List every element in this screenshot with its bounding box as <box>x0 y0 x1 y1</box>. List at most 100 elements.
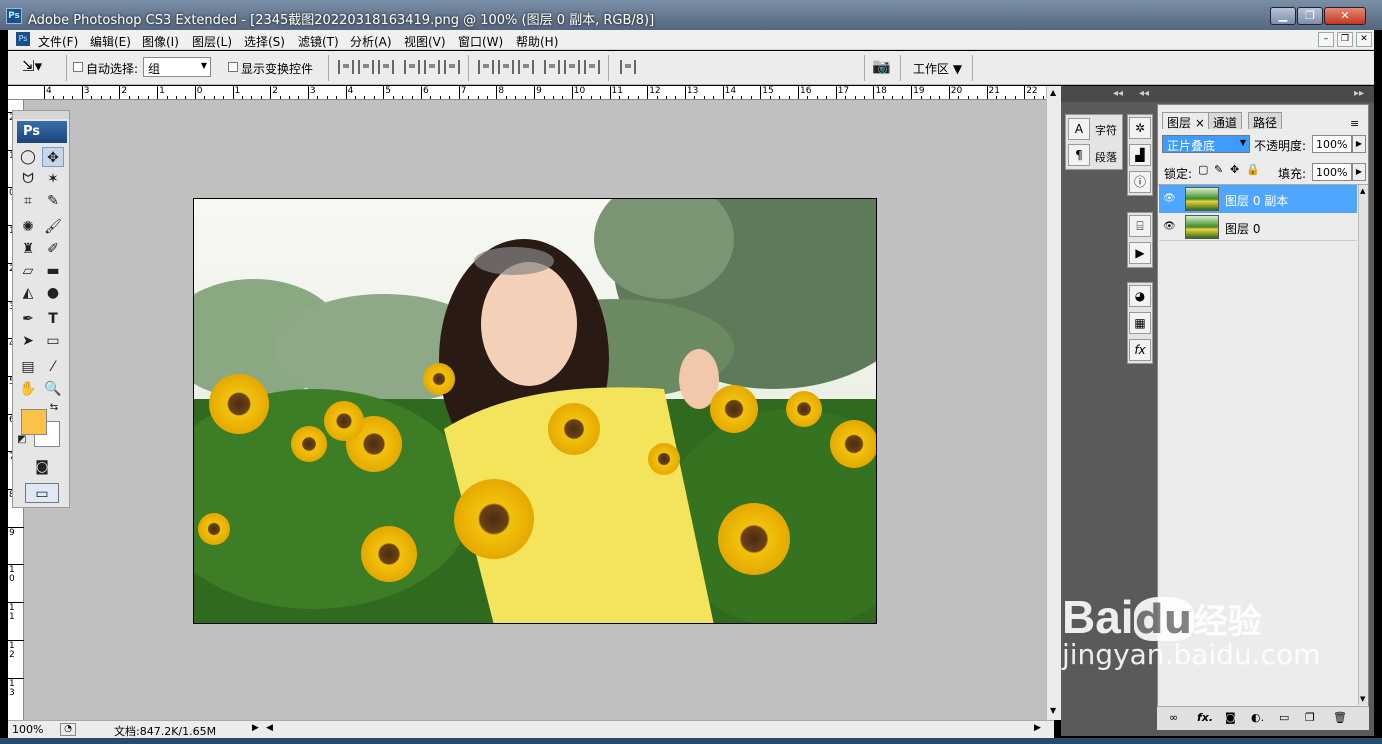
brush-tool-icon[interactable]: 🖌 <box>42 217 64 237</box>
align-hcenter-icon[interactable] <box>424 60 440 74</box>
shape-tool-icon[interactable]: ▭ <box>42 331 64 351</box>
new-layer-icon[interactable]: ❐ <box>1305 711 1315 724</box>
move-tool-icon[interactable]: ✥ <box>42 147 64 167</box>
menu-file[interactable]: 文件(F) <box>38 33 78 50</box>
close-button[interactable]: ✕ <box>1324 7 1366 25</box>
layers-scrollbar[interactable]: ▲ ▼ <box>1358 185 1368 705</box>
menu-analysis[interactable]: 分析(A) <box>350 33 392 50</box>
vertical-scrollbar[interactable]: ▲ ▼ <box>1046 86 1061 720</box>
align-top-icon[interactable] <box>338 60 354 74</box>
auto-align-layers-icon[interactable] <box>620 60 636 74</box>
navigator-icon[interactable]: ✲ <box>1129 117 1151 139</box>
distribute-hcenter-icon[interactable] <box>564 60 580 74</box>
lasso-tool-icon[interactable]: ᗢ <box>17 169 39 189</box>
link-layers-icon[interactable]: ∞ <box>1169 711 1178 724</box>
fill-input[interactable]: 100% <box>1312 163 1352 181</box>
lock-all-icon[interactable]: 🔒 <box>1246 163 1260 176</box>
menu-image[interactable]: 图像(I) <box>142 33 179 50</box>
lock-position-icon[interactable]: ✥ <box>1230 163 1239 176</box>
align-bottom-icon[interactable] <box>378 60 394 74</box>
magic-wand-icon[interactable]: ✶ <box>42 169 64 189</box>
layer-style-fx-icon[interactable]: fx. <box>1197 711 1213 724</box>
visibility-eye-icon[interactable]: 👁 <box>1163 193 1176 204</box>
status-arrow-icon[interactable]: ▶ <box>252 723 259 733</box>
menu-view[interactable]: 视图(V) <box>404 33 446 50</box>
align-vcenter-icon[interactable] <box>358 60 374 74</box>
workspace-button[interactable]: 工作区 ▼ <box>913 60 962 77</box>
auto-select-checkbox[interactable] <box>73 62 83 72</box>
move-tool-preset-icon[interactable]: ⇲▾ <box>22 57 42 75</box>
marquee-tool-icon[interactable]: ◯ <box>17 147 39 167</box>
doc-minimize-button[interactable]: – <box>1318 32 1334 47</box>
character-icon[interactable]: A <box>1068 118 1090 140</box>
visibility-eye-icon[interactable]: 👁 <box>1163 221 1176 232</box>
menu-edit[interactable]: 编辑(E) <box>90 33 131 50</box>
scroll-up-icon[interactable]: ▲ <box>1050 88 1056 97</box>
doc-restore-button[interactable]: ❐ <box>1337 32 1353 47</box>
crop-tool-icon[interactable]: ⌗ <box>17 191 39 211</box>
styles-fx-icon[interactable]: fx <box>1129 339 1151 361</box>
menu-select[interactable]: 选择(S) <box>244 33 285 50</box>
distribute-vcenter-icon[interactable] <box>498 60 514 74</box>
gradient-tool-icon[interactable]: ▬ <box>42 261 64 281</box>
color-palette-icon[interactable]: ◕ <box>1129 285 1151 307</box>
toolbox-logo[interactable]: Ps <box>17 121 67 143</box>
minimize-button[interactable]: ▁ <box>1270 7 1296 25</box>
foreground-color-swatch[interactable] <box>21 409 47 435</box>
horizontal-ruler[interactable]: 4 3 2 1 0 1 2 3 4 5 6 7 8 9 10 11 12 13 14 15 16 17 18 19 20 21 22 <box>8 85 1054 100</box>
hand-tool-icon[interactable]: ✋ <box>17 379 39 399</box>
histogram-icon[interactable]: ▟ <box>1129 144 1151 166</box>
opacity-input[interactable]: 100% <box>1312 135 1352 153</box>
restore-button[interactable]: ❐ <box>1297 7 1323 25</box>
toolbox-grip[interactable] <box>13 111 69 119</box>
adjustment-layer-icon[interactable]: ◐. <box>1251 711 1264 724</box>
menu-layer[interactable]: 图层(L) <box>192 33 232 50</box>
scroll-right-icon[interactable]: ▶ <box>1034 723 1041 733</box>
clone-stamp-icon[interactable]: ♜ <box>17 239 39 259</box>
slice-tool-icon[interactable]: ✎ <box>42 191 64 211</box>
panel-menu-icon[interactable]: ≡ <box>1350 117 1359 130</box>
opacity-slider-icon[interactable]: ▶ <box>1352 135 1366 153</box>
paragraph-label[interactable]: 段落 <box>1095 149 1117 165</box>
show-transform-checkbox[interactable] <box>228 62 238 72</box>
auto-select-dropdown[interactable]: 组 ▼ <box>143 57 211 77</box>
tab-channels[interactable]: 通道 <box>1208 112 1243 130</box>
blur-tool-icon[interactable]: ◭ <box>17 283 39 303</box>
distribute-top-icon[interactable] <box>478 60 494 74</box>
menu-help[interactable]: 帮助(H) <box>516 33 558 50</box>
healing-brush-icon[interactable]: ✺ <box>17 217 39 237</box>
menu-filter[interactable]: 滤镜(T) <box>298 33 339 50</box>
distribute-bottom-icon[interactable] <box>518 60 534 74</box>
document-canvas[interactable] <box>193 198 877 624</box>
distribute-right-icon[interactable] <box>584 60 600 74</box>
scroll-down-icon[interactable]: ▼ <box>1360 695 1365 703</box>
collapse-icon[interactable]: ◂◂ <box>1113 88 1123 99</box>
blend-mode-dropdown[interactable]: 正片叠底 ▼ <box>1162 135 1250 153</box>
scroll-up-icon[interactable]: ▲ <box>1360 187 1365 195</box>
collapse-icon[interactable]: ◂◂ <box>1139 88 1149 99</box>
eyedropper-icon[interactable]: ⁄ <box>42 357 64 377</box>
status-menu-icon[interactable]: ◔ <box>60 723 76 736</box>
character-label[interactable]: 字符 <box>1095 122 1117 138</box>
path-select-icon[interactable]: ➤ <box>17 331 39 351</box>
fill-slider-icon[interactable]: ▶ <box>1352 163 1366 181</box>
layer-row[interactable]: 👁 图层 0 副本 <box>1159 185 1357 213</box>
default-colors-icon[interactable]: ◩ <box>15 433 29 447</box>
zoom-tool-icon[interactable]: 🔍 <box>42 379 64 399</box>
swatches-icon[interactable]: ▦ <box>1129 312 1151 334</box>
info-icon[interactable]: ⓘ <box>1129 171 1151 193</box>
swap-colors-icon[interactable]: ⇆ <box>47 401 61 415</box>
scroll-down-icon[interactable]: ▼ <box>1050 706 1056 715</box>
history-icon[interactable]: ⌸ <box>1129 215 1151 237</box>
scroll-left-icon[interactable]: ◀ <box>266 723 273 733</box>
zoom-level[interactable]: 100% <box>12 723 43 736</box>
tab-paths[interactable]: 路径 <box>1248 112 1283 130</box>
lock-transparent-icon[interactable]: ▢ <box>1198 163 1208 176</box>
add-mask-icon[interactable]: ◙ <box>1225 711 1236 724</box>
distribute-left-icon[interactable] <box>544 60 560 74</box>
expand-icon[interactable]: ▸▸ <box>1354 88 1364 99</box>
align-left-icon[interactable] <box>404 60 420 74</box>
lock-pixels-icon[interactable]: ✎ <box>1214 163 1223 176</box>
delete-layer-icon[interactable]: 🗑 <box>1333 711 1347 724</box>
screen-mode-icon[interactable]: ▭ <box>25 483 59 503</box>
